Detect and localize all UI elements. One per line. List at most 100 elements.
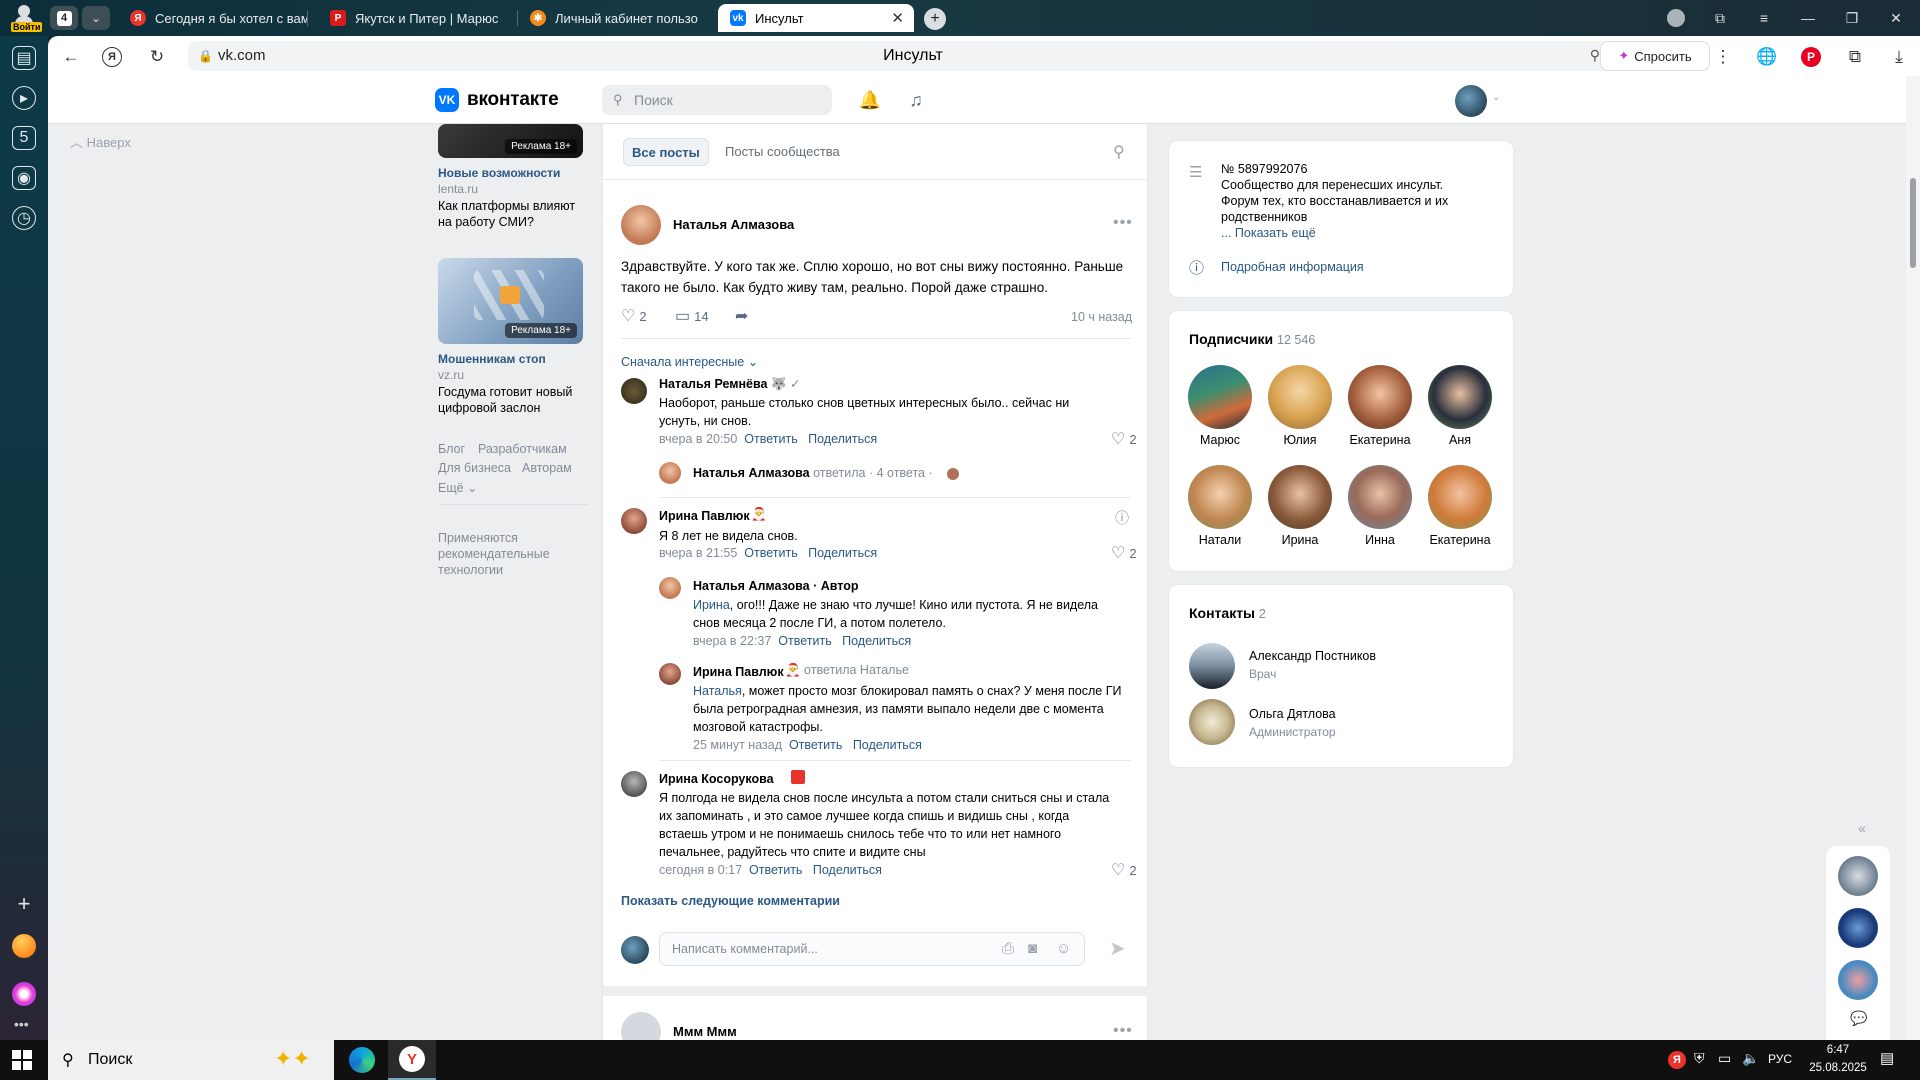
collections-icon[interactable]: ▤ bbox=[12, 46, 36, 70]
tab-1[interactable]: P Якутск и Питер | Марюс bbox=[318, 4, 518, 32]
emoji-icon[interactable]: ☺ bbox=[1056, 940, 1071, 957]
avatar[interactable] bbox=[1838, 960, 1878, 1000]
post-time[interactable]: 10 ч назад bbox=[1071, 310, 1132, 324]
ad-title[interactable]: Новые возможности bbox=[438, 166, 560, 180]
volume-icon[interactable]: 🔈 bbox=[1742, 1050, 1759, 1067]
reload-icon[interactable]: ↻ bbox=[144, 44, 170, 70]
reply-time[interactable]: 25 минут назад bbox=[693, 738, 782, 752]
comment-author[interactable]: Ирина Косорукова bbox=[659, 772, 774, 786]
footer-authors-link[interactable]: Авторам bbox=[522, 461, 572, 475]
new-tab-button[interactable]: + bbox=[924, 8, 946, 30]
contact-name[interactable]: Ольга Дятлова bbox=[1249, 707, 1336, 721]
footer-more-link[interactable]: Ещё ⌄ bbox=[438, 480, 478, 495]
details-link[interactable]: Подробная информация bbox=[1221, 258, 1364, 276]
yandex-home-icon[interactable]: Я bbox=[102, 47, 122, 67]
edge-app[interactable] bbox=[338, 1040, 386, 1080]
share-link[interactable]: Поделиться bbox=[842, 634, 911, 648]
translate-icon[interactable]: 🌐 bbox=[1754, 44, 1780, 70]
post-author[interactable]: Ммм Ммм bbox=[673, 1024, 737, 1039]
reply-time[interactable]: вчера в 22:37 bbox=[693, 634, 771, 648]
tab-community-posts[interactable]: Посты сообщества bbox=[725, 144, 840, 159]
five-icon[interactable]: 5 bbox=[12, 126, 36, 150]
footer-devs-link[interactable]: Разработчикам bbox=[478, 442, 567, 456]
reply-link[interactable]: Ответить bbox=[744, 546, 797, 560]
close-icon[interactable]: ✕ bbox=[891, 9, 904, 27]
show-more-link[interactable]: ... Показать ещё bbox=[1221, 225, 1316, 241]
scrollbar[interactable] bbox=[1906, 76, 1920, 1040]
vk-search-input[interactable]: ⚲ Поиск bbox=[602, 85, 832, 115]
post-author[interactable]: Наталья Алмазова bbox=[673, 217, 794, 232]
ad-text[interactable]: Госдума готовит новый цифровой заслон bbox=[438, 384, 588, 416]
comments-button[interactable]: ▭ 14 bbox=[675, 306, 709, 326]
follower[interactable]: Инна bbox=[1347, 465, 1413, 547]
comment-like-button[interactable]: ♡ 2 bbox=[1111, 860, 1137, 880]
tab-3-active[interactable]: vk Инсульт ✕ bbox=[718, 4, 914, 32]
vk-logo[interactable]: VK вконтакте bbox=[435, 88, 559, 112]
avatar[interactable] bbox=[621, 771, 647, 797]
download-icon[interactable]: ⤓ bbox=[1886, 44, 1912, 70]
ad-text[interactable]: Как платформы влияют на работу СМИ? bbox=[438, 198, 588, 230]
back-icon[interactable]: ← bbox=[58, 44, 84, 70]
more-icon[interactable]: ••• bbox=[1113, 214, 1133, 232]
menu-icon[interactable]: ≡ bbox=[1750, 6, 1778, 30]
screenshot-icon[interactable]: ◉ bbox=[12, 166, 36, 190]
follower[interactable]: Екатерина bbox=[1347, 365, 1413, 447]
avatar[interactable] bbox=[1189, 643, 1235, 689]
avatar[interactable] bbox=[1838, 908, 1878, 948]
bell-icon[interactable]: 🔔 bbox=[858, 88, 882, 112]
recommend-note[interactable]: Применяются рекомендательные технологии bbox=[438, 530, 578, 578]
tab-counter-button[interactable]: 4 bbox=[50, 6, 78, 30]
more-icon[interactable]: ••• bbox=[14, 1016, 29, 1032]
avatar[interactable] bbox=[659, 663, 681, 685]
chevron-down-icon[interactable]: ⌄ bbox=[1492, 92, 1500, 103]
comment-input[interactable]: Написать комментарий... ⎙ ◙ ☺ bbox=[659, 932, 1085, 966]
extensions-icon[interactable]: ⧉ bbox=[1842, 44, 1868, 70]
reply-link[interactable]: Ответить bbox=[789, 738, 842, 752]
show-more-comments[interactable]: Показать следующие комментарии bbox=[621, 894, 840, 908]
avatar[interactable] bbox=[621, 205, 661, 245]
avatar[interactable] bbox=[621, 1012, 661, 1040]
comment-time[interactable]: вчера в 20:50 bbox=[659, 432, 737, 446]
follower[interactable]: Натали bbox=[1187, 465, 1253, 547]
comment-time[interactable]: вчера в 21:55 bbox=[659, 546, 737, 560]
contact-name[interactable]: Александр Постников bbox=[1249, 649, 1376, 663]
ask-button[interactable]: ✦ Спросить bbox=[1600, 41, 1710, 71]
clock-date[interactable]: 25.08.2025 bbox=[1800, 1062, 1876, 1074]
like-button[interactable]: ♡ 2 bbox=[621, 306, 647, 326]
comment-author[interactable]: Наталья Ремнёва bbox=[659, 377, 767, 391]
mention-link[interactable]: Ирина bbox=[693, 598, 730, 612]
footer-business-link[interactable]: Для бизнеса bbox=[438, 461, 511, 475]
contacts-title[interactable]: Контакты 2 bbox=[1189, 605, 1266, 621]
taskbar-search[interactable]: ⚲ Поиск ✦✦ bbox=[48, 1040, 334, 1080]
profile-button[interactable]: Войти bbox=[8, 2, 43, 34]
collapsed-thread[interactable]: Наталья Алмазова ответила · 4 ответа · bbox=[693, 466, 933, 480]
mention-link[interactable]: Наталья bbox=[693, 684, 742, 698]
reply-link[interactable]: Ответить bbox=[744, 432, 797, 446]
history-icon[interactable]: ◷ bbox=[12, 206, 36, 230]
reply-author[interactable]: Наталья Алмазова · Автор bbox=[693, 579, 859, 593]
follower[interactable]: Марюс bbox=[1187, 365, 1253, 447]
bookmarks-panel-icon[interactable]: ⧉ bbox=[1706, 6, 1734, 30]
tab-2[interactable]: ✱ Личный кабинет пользо bbox=[518, 4, 714, 32]
avatar[interactable] bbox=[1838, 856, 1878, 896]
avatar[interactable] bbox=[659, 462, 681, 484]
followers-title[interactable]: Подписчики 12 546 bbox=[1189, 331, 1315, 347]
follower[interactable]: Аня bbox=[1427, 365, 1493, 447]
add-icon[interactable]: + bbox=[12, 891, 36, 916]
avatar[interactable] bbox=[621, 508, 647, 534]
defender-icon[interactable]: ⛨ bbox=[1694, 1050, 1705, 1067]
comment-author[interactable]: Ирина Павлюк bbox=[659, 509, 750, 523]
ad-image[interactable]: Реклама 18+ bbox=[438, 124, 583, 158]
weather-icon[interactable] bbox=[12, 934, 36, 958]
follower[interactable]: Екатерина bbox=[1427, 465, 1493, 547]
yandex-browser-app[interactable]: Y bbox=[388, 1040, 436, 1080]
reply-link[interactable]: Ответить bbox=[778, 634, 831, 648]
language-indicator[interactable]: РУС bbox=[1768, 1052, 1792, 1066]
notifications-icon[interactable]: ▤ bbox=[1880, 1049, 1894, 1067]
comment-like-button[interactable]: ♡ 2 bbox=[1111, 543, 1137, 563]
scroll-to-top[interactable]: ︿ Наверх bbox=[70, 132, 131, 151]
more-icon[interactable]: ••• bbox=[1113, 1022, 1133, 1040]
comment-time[interactable]: сегодня в 0:17 bbox=[659, 863, 742, 877]
more-vertical-icon[interactable]: ⋮ bbox=[1710, 44, 1736, 70]
attach-icon[interactable]: ⎙ bbox=[1002, 940, 1014, 957]
